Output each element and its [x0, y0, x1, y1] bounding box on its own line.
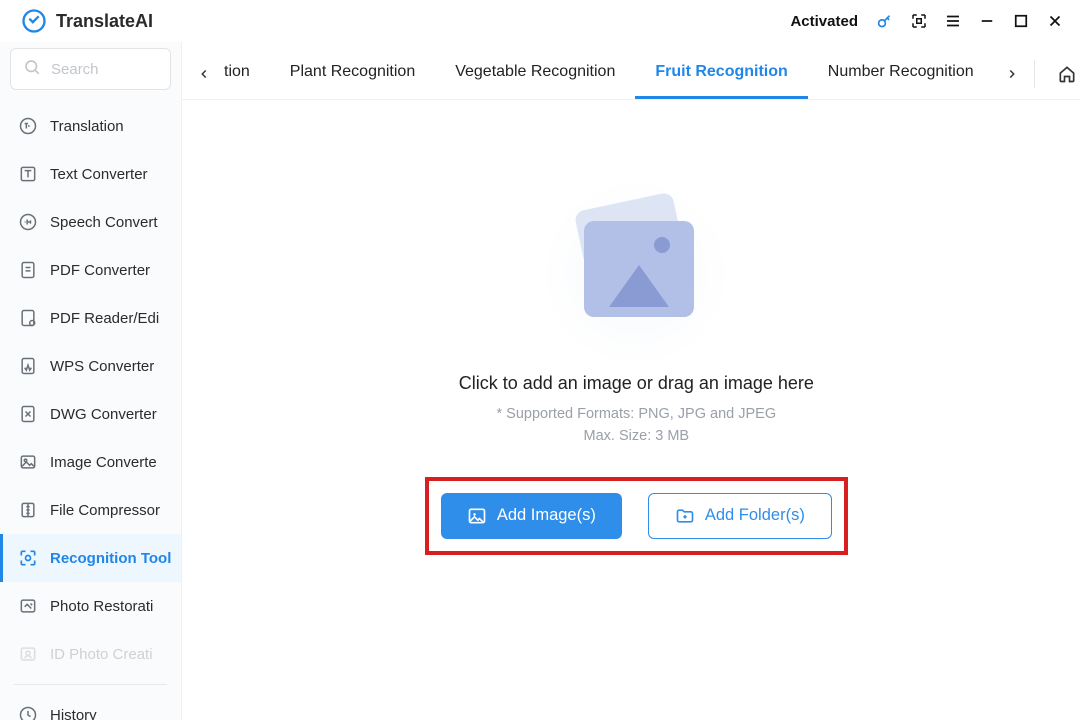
speech-icon [18, 212, 38, 232]
translation-icon [18, 116, 38, 136]
sidebar-item-pdf-reader[interactable]: PDF Reader/Edi [0, 294, 181, 342]
add-images-button[interactable]: Add Image(s) [441, 493, 622, 539]
search-input[interactable] [51, 61, 158, 78]
sidebar-item-label: History [50, 707, 97, 720]
tab-scroll-left[interactable] [190, 60, 218, 88]
format-hint: * Supported Formats: PNG, JPG and JPEG M… [496, 404, 776, 446]
sidebar-item-image-converter[interactable]: Image Converte [0, 438, 181, 486]
license-key-icon[interactable] [868, 4, 902, 38]
history-icon [18, 705, 38, 720]
sidebar-item-photo-restoration[interactable]: Photo Restorati [0, 582, 181, 630]
drop-zone[interactable]: Click to add an image or drag an image h… [182, 100, 1080, 720]
add-folders-button[interactable]: Add Folder(s) [648, 493, 832, 539]
tab-scroll-right[interactable] [998, 60, 1026, 88]
sidebar-item-label: WPS Converter [50, 358, 154, 375]
tabs: tion Plant Recognition Vegetable Recogni… [218, 48, 998, 99]
sidebar-item-label: File Compressor [50, 502, 160, 519]
sidebar-item-recognition-tool[interactable]: Recognition Tool [0, 534, 181, 582]
sidebar-item-dwg-converter[interactable]: DWG Converter [0, 390, 181, 438]
text-converter-icon [18, 164, 38, 184]
main-content: tion Plant Recognition Vegetable Recogni… [182, 42, 1080, 720]
sidebar-item-pdf-converter[interactable]: PDF Converter [0, 246, 181, 294]
tab-divider [1034, 60, 1035, 88]
pdf-converter-icon [18, 260, 38, 280]
dwg-icon [18, 404, 38, 424]
app-name: TranslateAI [56, 11, 153, 32]
minimize-button[interactable] [970, 4, 1004, 38]
sidebar-item-translation[interactable]: Translation [0, 102, 181, 150]
nav-list: Translation Text Converter Speech Conver… [0, 102, 181, 720]
nav-divider [14, 684, 167, 685]
menu-icon[interactable] [936, 4, 970, 38]
sidebar-item-speech-convert[interactable]: Speech Convert [0, 198, 181, 246]
maximize-button[interactable] [1004, 4, 1038, 38]
sidebar-item-history[interactable]: History [0, 691, 181, 720]
sidebar-item-label: DWG Converter [50, 406, 157, 423]
sidebar-item-label: PDF Converter [50, 262, 150, 279]
tab-vegetable-recognition[interactable]: Vegetable Recognition [435, 48, 635, 99]
image-icon [467, 506, 487, 526]
action-buttons-highlight: Add Image(s) Add Folder(s) [425, 477, 848, 555]
search-box[interactable] [10, 48, 171, 90]
recognition-icon [18, 548, 38, 568]
compressor-icon [18, 500, 38, 520]
sidebar: Translation Text Converter Speech Conver… [0, 42, 182, 720]
sidebar-item-file-compressor[interactable]: File Compressor [0, 486, 181, 534]
wps-icon [18, 356, 38, 376]
app-logo-icon [20, 7, 48, 35]
tab-bar: tion Plant Recognition Vegetable Recogni… [182, 48, 1080, 100]
sidebar-item-id-photo[interactable]: ID Photo Creati [0, 630, 181, 678]
sidebar-item-label: Recognition Tool [50, 550, 171, 567]
search-icon [23, 58, 41, 81]
tab-number-recognition[interactable]: Number Recognition [808, 48, 994, 99]
image-converter-icon [18, 452, 38, 472]
sidebar-item-label: ID Photo Creati [50, 646, 153, 663]
sidebar-item-label: Speech Convert [50, 214, 158, 231]
sidebar-item-label: PDF Reader/Edi [50, 310, 159, 327]
tab-plant-recognition[interactable]: Plant Recognition [270, 48, 435, 99]
sidebar-item-text-converter[interactable]: Text Converter [0, 150, 181, 198]
id-photo-icon [18, 644, 38, 664]
logo-area: TranslateAI [8, 7, 153, 35]
tab-fruit-recognition[interactable]: Fruit Recognition [635, 48, 807, 99]
folder-plus-icon [675, 506, 695, 526]
pdf-reader-icon [18, 308, 38, 328]
sidebar-item-label: Text Converter [50, 166, 148, 183]
sidebar-item-label: Translation [50, 118, 124, 135]
title-bar: TranslateAI Activated [0, 0, 1080, 42]
sidebar-item-label: Image Converte [50, 454, 157, 471]
activation-status: Activated [790, 13, 858, 30]
photo-restore-icon [18, 596, 38, 616]
drop-illustration-icon [546, 195, 726, 345]
screenshot-tool-icon[interactable] [902, 4, 936, 38]
close-button[interactable] [1038, 4, 1072, 38]
sidebar-item-wps-converter[interactable]: WPS Converter [0, 342, 181, 390]
sidebar-item-label: Photo Restorati [50, 598, 153, 615]
home-button[interactable] [1051, 58, 1080, 90]
tab-partial[interactable]: tion [222, 48, 270, 99]
drop-text: Click to add an image or drag an image h… [459, 373, 814, 394]
